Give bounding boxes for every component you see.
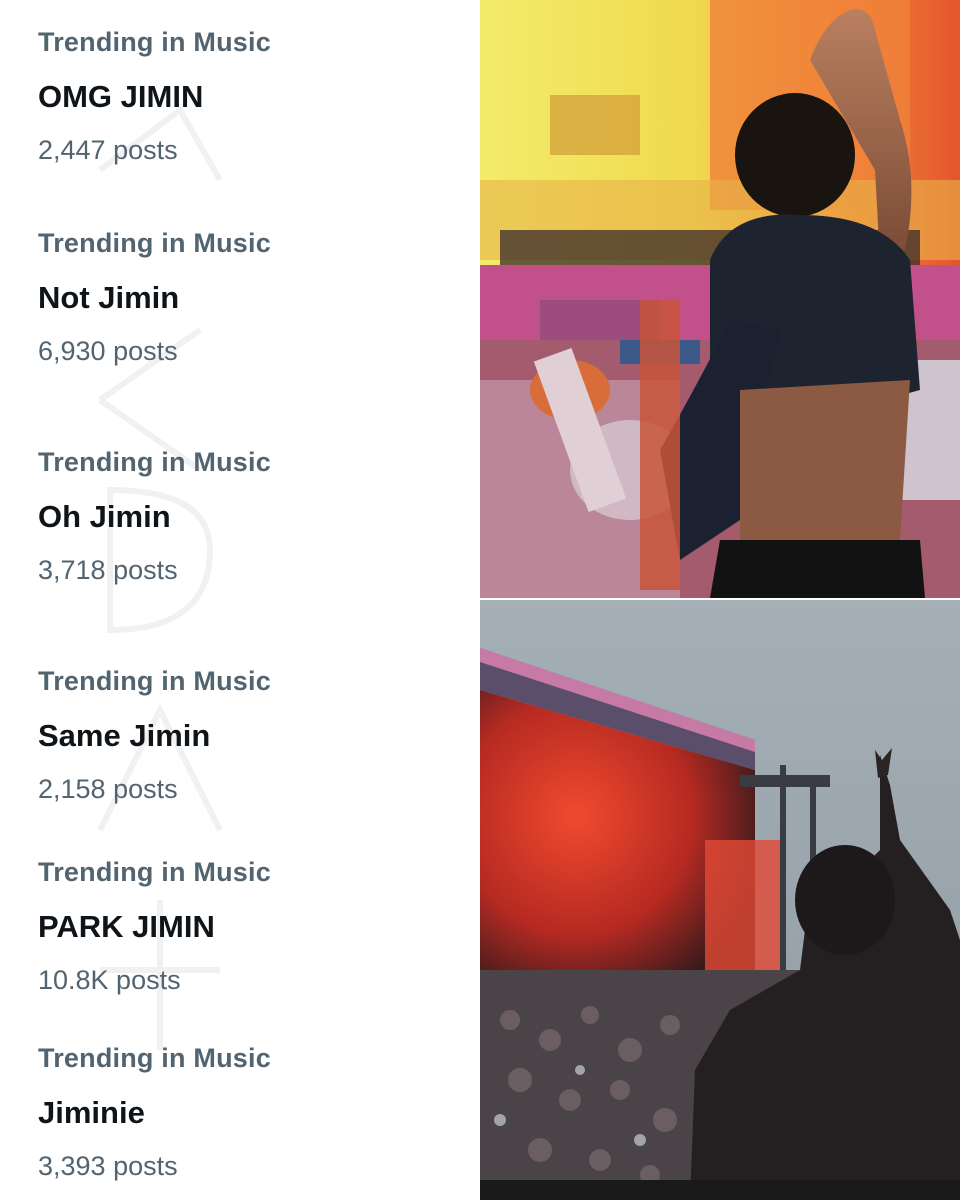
trend-name: Oh Jimin — [38, 499, 171, 534]
trend-category: Trending in Music — [38, 1043, 271, 1073]
trend-name: Jiminie — [38, 1095, 145, 1130]
trend-post-count: 2,158 posts — [38, 774, 178, 804]
trend-category: Trending in Music — [38, 666, 271, 696]
trend-post-count: 3,393 posts — [38, 1151, 178, 1181]
trend-item[interactable]: Trending in Music Oh Jimin 3,718 posts — [38, 446, 458, 586]
trend-name: OMG JIMIN — [38, 79, 204, 114]
concert-photo-top-drawing — [480, 0, 960, 598]
trend-name: PARK JIMIN — [38, 909, 215, 944]
concert-photo-bottom-drawing — [480, 600, 960, 1200]
trend-post-count: 3,718 posts — [38, 555, 178, 585]
trend-name: Same Jimin — [38, 718, 211, 753]
trend-item[interactable]: Trending in Music PARK JIMIN 10.8K posts — [38, 856, 458, 996]
trend-post-count: 2,447 posts — [38, 135, 178, 165]
trend-category: Trending in Music — [38, 447, 271, 477]
concert-photo-top — [480, 0, 960, 598]
trend-item[interactable]: Trending in Music Jiminie 3,393 posts — [38, 1042, 458, 1182]
trend-item[interactable]: Trending in Music Same Jimin 2,158 posts — [38, 665, 458, 805]
trends-panel: Trending in Music OMG JIMIN 2,447 posts … — [0, 0, 480, 1200]
trend-item[interactable]: Trending in Music OMG JIMIN 2,447 posts — [38, 26, 458, 166]
trend-item[interactable]: Trending in Music Not Jimin 6,930 posts — [38, 227, 458, 367]
trend-post-count: 10.8K posts — [38, 965, 181, 995]
trend-post-count: 6,930 posts — [38, 336, 178, 366]
trend-category: Trending in Music — [38, 27, 271, 57]
trend-name: Not Jimin — [38, 280, 180, 315]
trend-category: Trending in Music — [38, 857, 271, 887]
trend-category: Trending in Music — [38, 228, 271, 258]
concert-photo-bottom — [480, 600, 960, 1200]
